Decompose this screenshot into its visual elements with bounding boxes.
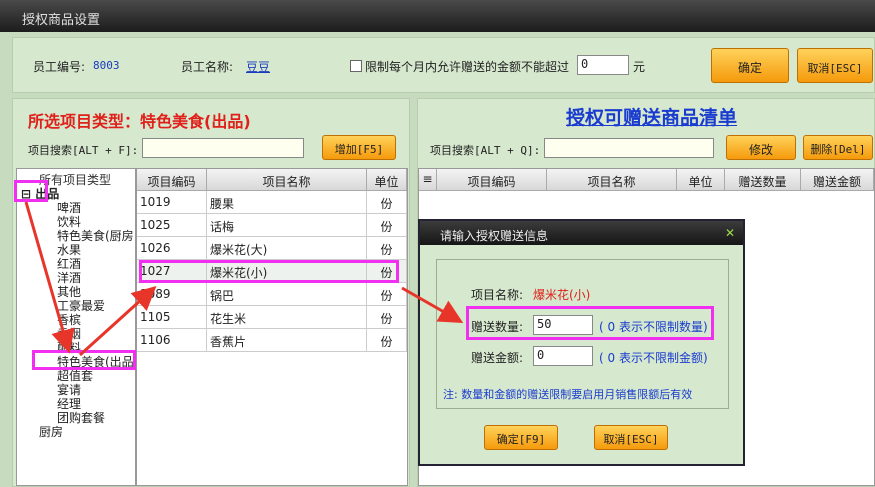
arrow-to-dialog	[401, 286, 464, 323]
arrow-to-row	[78, 285, 157, 357]
arrow-tree-down	[24, 201, 75, 354]
annotation-arrows	[24, 201, 464, 357]
